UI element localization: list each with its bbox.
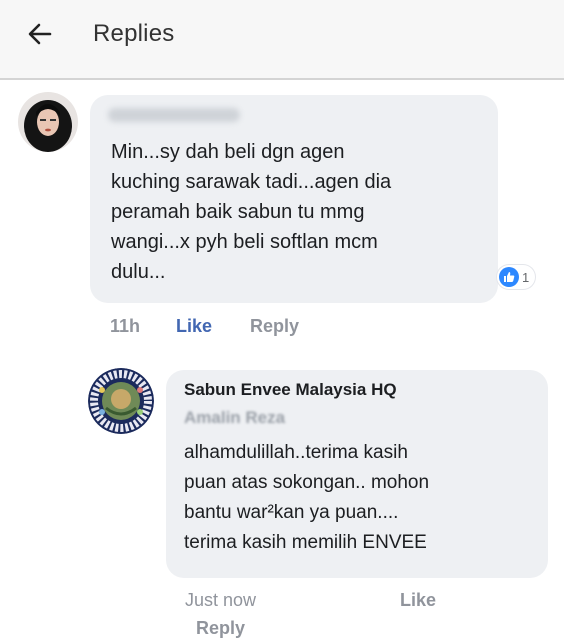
avatar[interactable]: [18, 92, 78, 152]
comment-like-button[interactable]: Like: [176, 316, 212, 337]
page-avatar[interactable]: [88, 368, 154, 434]
reply-line: alhamdulillah..terima kasih: [184, 442, 408, 463]
comment-timestamp: 11h: [110, 316, 141, 336]
thumbs-up-icon: [499, 267, 519, 287]
comment-text: Min...sy dah beli dgn agen kuching saraw…: [111, 137, 411, 287]
reply-timestamp: Just now: [185, 590, 257, 610]
reply-line: bantu war²kan ya puan....: [184, 502, 399, 523]
reaction-count: 1: [522, 269, 530, 285]
comment-bubble: Min...sy dah beli dgn agen kuching saraw…: [90, 95, 498, 303]
comment-line: kuching sarawak tadi...agen dia: [111, 171, 392, 193]
reply-bubble: Sabun Envee Malaysia HQ Amalin Reza alha…: [166, 370, 548, 578]
arrow-left-icon[interactable]: [26, 20, 54, 48]
reaction-summary[interactable]: 1: [497, 265, 536, 289]
blurred-author-name: [108, 108, 240, 122]
top-bar: Replies: [0, 0, 564, 80]
page-title: Replies: [93, 20, 175, 47]
comment-reply-button[interactable]: Reply: [250, 316, 299, 337]
comment-line: dulu...: [111, 261, 166, 283]
reply-like-button[interactable]: Like: [400, 590, 436, 611]
reply-line: puan atas sokongan.. mohon: [184, 472, 430, 493]
reply-author-name[interactable]: Sabun Envee Malaysia HQ: [184, 380, 397, 400]
comment-line: peramah baik sabun tu mmg: [111, 201, 365, 223]
comment-line: Min...sy dah beli dgn agen: [111, 141, 345, 163]
tagged-user-name[interactable]: Amalin Reza: [184, 408, 285, 428]
reply-text: alhamdulillah..terima kasih puan atas so…: [184, 438, 544, 558]
reply-line: terima kasih memilih ENVEE: [184, 532, 427, 553]
reply-reply-button[interactable]: Reply: [196, 618, 245, 639]
comment-line: wangi...x pyh beli softlan mcm: [111, 231, 378, 253]
